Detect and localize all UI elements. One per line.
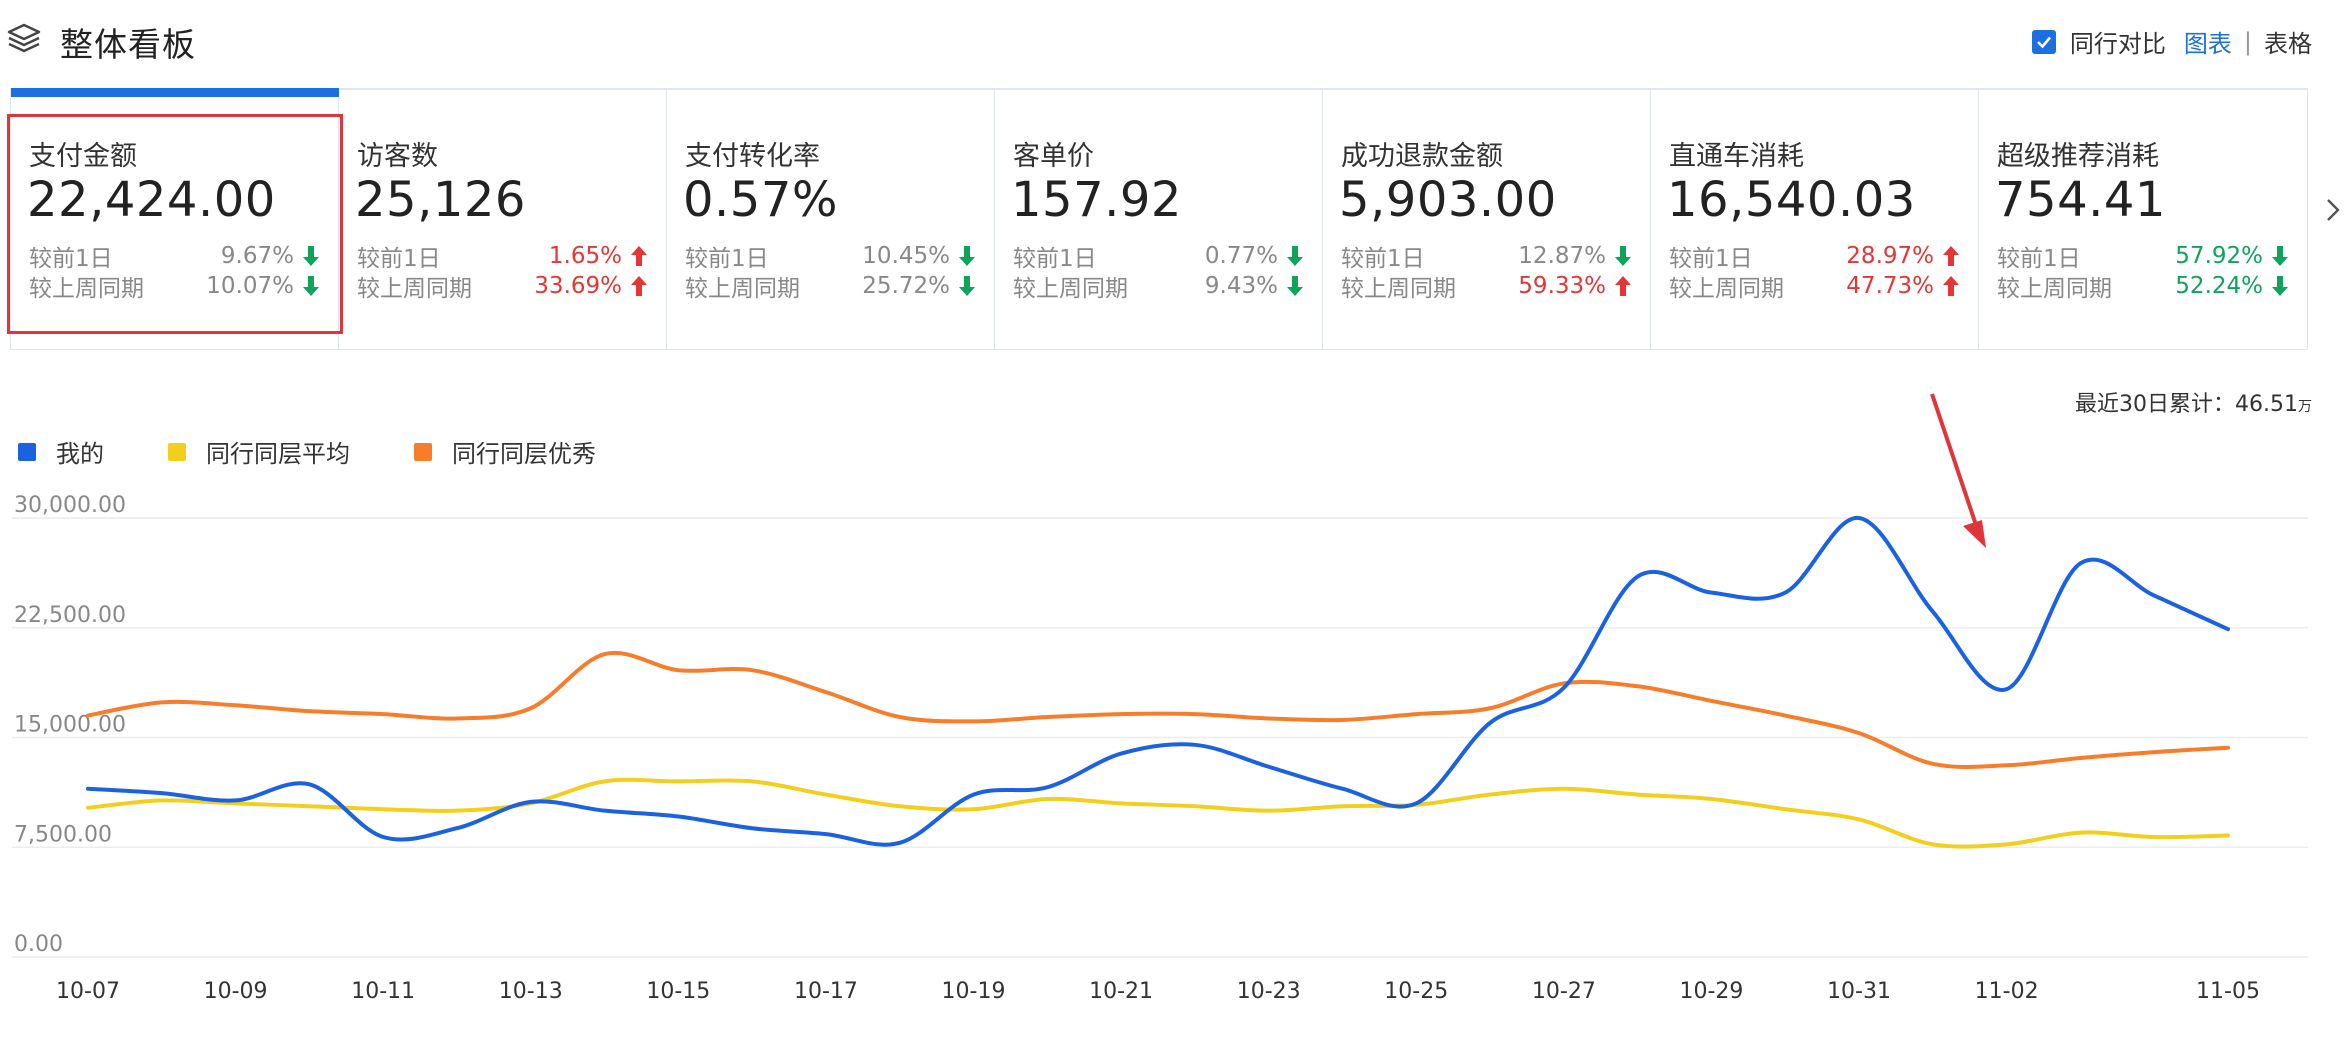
annotation-arrow-shaft xyxy=(1930,393,1981,535)
y-tick-label: 15,000.00 xyxy=(14,713,126,738)
annotation-arrow-head xyxy=(1963,520,1986,548)
y-tick-label: 22,500.00 xyxy=(14,603,126,628)
x-tick-label: 10-31 xyxy=(1827,979,1891,1004)
line-chart: 0.00 7,500.00 15,000.00 22,500.00 30,000.00 1… xyxy=(12,393,2308,1004)
x-tick-label: 10-29 xyxy=(1679,979,1743,1004)
series-line xyxy=(86,650,2230,769)
series-line xyxy=(86,515,2230,847)
x-tick-label: 10-11 xyxy=(351,979,415,1004)
x-tick-label: 10-25 xyxy=(1384,979,1448,1004)
y-tick-label: 30,000.00 xyxy=(14,493,126,518)
x-tick-label: 10-21 xyxy=(1089,979,1153,1004)
x-tick-label: 10-27 xyxy=(1532,979,1596,1004)
x-tick-label: 11-05 xyxy=(2196,979,2260,1004)
x-tick-label: 10-15 xyxy=(646,979,710,1004)
x-tick-label: 10-13 xyxy=(499,979,563,1004)
y-tick-label: 7,500.00 xyxy=(14,822,112,847)
x-tick-label: 10-07 xyxy=(56,979,120,1004)
x-tick-label: 10-09 xyxy=(204,979,268,1004)
x-tick-label: 10-19 xyxy=(942,979,1006,1004)
x-tick-label: 10-23 xyxy=(1237,979,1301,1004)
series-line xyxy=(86,777,2230,849)
x-tick-label: 10-17 xyxy=(794,979,858,1004)
y-tick-label: 0.00 xyxy=(14,932,63,957)
x-tick-label: 11-02 xyxy=(1975,979,2039,1004)
